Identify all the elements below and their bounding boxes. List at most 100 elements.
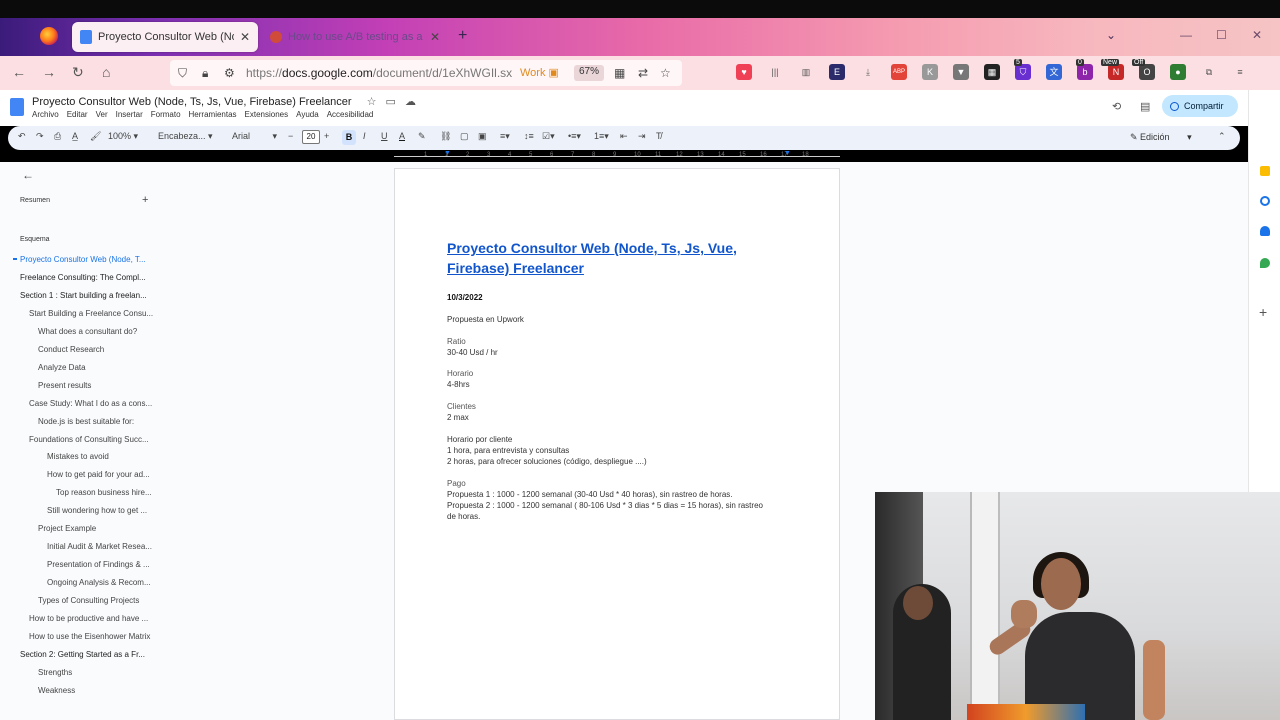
move-folder-icon[interactable]: ▭ bbox=[386, 96, 396, 108]
tab-ab-testing[interactable]: How to use A/B testing as a consultant ✕ bbox=[262, 22, 448, 52]
close-icon[interactable]: ✕ bbox=[430, 30, 440, 44]
line-spacing-icon[interactable]: ↕≡ bbox=[524, 131, 534, 141]
tasks-icon[interactable] bbox=[1260, 196, 1270, 206]
history-icon[interactable]: ⟲ bbox=[1112, 100, 1121, 113]
ruler[interactable]: 1 1 2 3 4 5 6 7 8 9 10 11 12 13 14 15 16 17 18 ▼ ▼ bbox=[394, 150, 840, 162]
k-extension-icon[interactable]: K bbox=[922, 64, 938, 80]
document-line[interactable]: Clientes bbox=[447, 402, 476, 411]
zoom-select[interactable]: 100% ▾ bbox=[108, 131, 138, 142]
reload-icon[interactable]: ↻ bbox=[72, 64, 84, 81]
document-line[interactable]: Horario por cliente bbox=[447, 435, 512, 444]
document-line[interactable]: 1 hora, para entrevista y consultas bbox=[447, 446, 569, 455]
outline-item[interactable]: Freelance Consulting: The Compl... bbox=[20, 273, 146, 282]
back-arrow-icon[interactable]: ← bbox=[12, 64, 26, 80]
green-extension-icon[interactable]: ● bbox=[1170, 64, 1186, 80]
firefox-logo-icon[interactable] bbox=[40, 27, 58, 45]
shield-extension-icon[interactable]: ⛉ bbox=[1015, 64, 1031, 80]
menu-icon[interactable]: ≡ bbox=[1232, 64, 1248, 80]
tracking-shield-icon[interactable]: ⛉ bbox=[178, 66, 187, 81]
library-icon[interactable]: ||| bbox=[767, 64, 783, 80]
outline-item[interactable]: Present results bbox=[38, 381, 91, 390]
text-color-icon[interactable]: A bbox=[399, 131, 405, 141]
image-icon[interactable]: ▣ bbox=[478, 131, 487, 142]
back-arrow-icon[interactable]: ← bbox=[22, 168, 34, 182]
menu-item-extensiones[interactable]: Extensiones bbox=[245, 110, 289, 119]
font-size-input[interactable]: 20 bbox=[302, 130, 320, 144]
editing-mode-select[interactable]: ✎ Edición ▾ bbox=[1130, 132, 1192, 143]
outline-item[interactable]: Analyze Data bbox=[38, 363, 86, 372]
outline-item[interactable]: Proyecto Consultor Web (Node, T... bbox=[20, 255, 146, 264]
checklist-icon[interactable]: ☑▾ bbox=[542, 131, 555, 142]
forward-arrow-icon[interactable]: → bbox=[42, 64, 56, 80]
clear-formatting-icon[interactable]: T̸ bbox=[656, 131, 662, 141]
star-icon[interactable]: ☆ bbox=[367, 96, 377, 108]
sidebar-icon[interactable]: ▥ bbox=[798, 64, 814, 80]
home-icon[interactable]: ⌂ bbox=[102, 64, 110, 80]
e-extension-icon[interactable]: E bbox=[829, 64, 845, 80]
document-line[interactable]: Propuesta en Upwork bbox=[447, 315, 524, 324]
paragraph-style-select[interactable]: Encabeza... ▾ bbox=[158, 131, 213, 142]
indent-marker-icon[interactable]: ▼ bbox=[444, 150, 451, 157]
document-line[interactable]: Propuesta 1 : 1000 - 1200 semanal (30-40… bbox=[447, 490, 733, 499]
document-line[interactable]: Propuesta 2 : 1000 - 1200 semanal ( 80-1… bbox=[447, 501, 763, 510]
paint-format-icon[interactable]: 🖌︎ bbox=[90, 131, 101, 142]
document-line[interactable]: Horario bbox=[447, 369, 473, 378]
v-extension-icon[interactable]: ▼ bbox=[953, 64, 969, 80]
increase-indent-icon[interactable]: ⇥ bbox=[638, 131, 646, 142]
document-line[interactable]: 30-40 Usd / hr bbox=[447, 348, 498, 357]
menu-item-insertar[interactable]: Insertar bbox=[116, 110, 143, 119]
star-icon[interactable]: ☆ bbox=[660, 66, 671, 80]
document-title[interactable]: Proyecto Consultor Web (Node, Ts, Js, Vu… bbox=[32, 95, 416, 108]
outline-item[interactable]: Section 2: Getting Started as a Fr... bbox=[20, 650, 145, 659]
new-tab-plus-icon[interactable]: + bbox=[458, 27, 467, 45]
document-line[interactable]: Ratio bbox=[447, 337, 466, 346]
outline-item[interactable]: Weakness bbox=[38, 686, 75, 695]
document-line[interactable]: de horas. bbox=[447, 512, 480, 521]
outline-item[interactable]: Section 1 : Start building a freelan... bbox=[20, 291, 147, 300]
keep-icon[interactable] bbox=[1260, 166, 1270, 176]
menu-item-archivo[interactable]: Archivo bbox=[32, 110, 59, 119]
link-icon[interactable]: ⛓ bbox=[440, 131, 451, 142]
add-on-plus-icon[interactable]: + bbox=[1259, 304, 1267, 320]
outline-item[interactable]: Case Study: What I do as a cons... bbox=[29, 399, 152, 408]
url-text[interactable]: https://docs.google.com/document/d/1eXhW… bbox=[246, 66, 512, 80]
cloud-saved-icon[interactable]: ☁ bbox=[405, 96, 416, 108]
outline-item[interactable]: Foundations of Consulting Succ... bbox=[29, 435, 149, 444]
menu-item-editar[interactable]: Editar bbox=[67, 110, 88, 119]
maximize-icon[interactable]: ☐ bbox=[1216, 28, 1227, 42]
document-line[interactable]: 4-8hrs bbox=[447, 380, 470, 389]
zoom-badge[interactable]: 67% bbox=[574, 65, 605, 81]
share-button[interactable]: Compartir bbox=[1162, 95, 1238, 117]
outline-item[interactable]: Initial Audit & Market Resea... bbox=[47, 542, 152, 551]
increase-font-size-icon[interactable]: + bbox=[324, 131, 329, 141]
container-badge[interactable]: Work ▣ bbox=[520, 66, 559, 79]
undo-icon[interactable]: ↶ bbox=[18, 131, 26, 142]
italic-button[interactable]: I bbox=[363, 131, 366, 141]
minimize-icon[interactable]: — bbox=[1180, 28, 1192, 42]
translate-icon[interactable]: ⇄ bbox=[638, 66, 648, 80]
font-select[interactable]: Arial ▾ bbox=[232, 131, 277, 142]
indent-marker-icon[interactable]: ▼ bbox=[784, 150, 791, 157]
b-extension-icon[interactable]: b bbox=[1077, 64, 1093, 80]
outline-item[interactable]: Start Building a Freelance Consu... bbox=[29, 309, 153, 318]
bold-button[interactable]: B bbox=[342, 130, 356, 145]
outline-item[interactable]: Project Example bbox=[38, 524, 96, 533]
print-icon[interactable]: ⎙ bbox=[54, 131, 61, 142]
outline-item[interactable]: Mistakes to avoid bbox=[47, 452, 109, 461]
decrease-indent-icon[interactable]: ⇤ bbox=[620, 131, 628, 142]
permissions-icon[interactable]: ⚙ bbox=[224, 66, 235, 80]
menu-item-ver[interactable]: Ver bbox=[96, 110, 108, 119]
document-date[interactable]: 10/3/2022 bbox=[447, 293, 483, 302]
outline-item[interactable]: How to be productive and have ... bbox=[29, 614, 148, 623]
outline-item[interactable]: Still wondering how to get ... bbox=[47, 506, 147, 515]
window-close-icon[interactable]: ✕ bbox=[1252, 28, 1262, 42]
tab-google-doc[interactable]: Proyecto Consultor Web (Node, Ts, Js, Vu… bbox=[72, 22, 258, 52]
pocket-icon[interactable]: ♥ bbox=[736, 64, 752, 80]
outline-item[interactable]: Types of Consulting Projects bbox=[38, 596, 139, 605]
bulleted-list-icon[interactable]: •≡▾ bbox=[568, 131, 581, 142]
align-icon[interactable]: ≡▾ bbox=[500, 131, 510, 142]
off-extension-icon[interactable]: O bbox=[1139, 64, 1155, 80]
translate-extension-icon[interactable]: 文 bbox=[1046, 64, 1062, 80]
outline-item[interactable]: Strengths bbox=[38, 668, 72, 677]
add-summary-plus-icon[interactable]: + bbox=[142, 194, 148, 206]
